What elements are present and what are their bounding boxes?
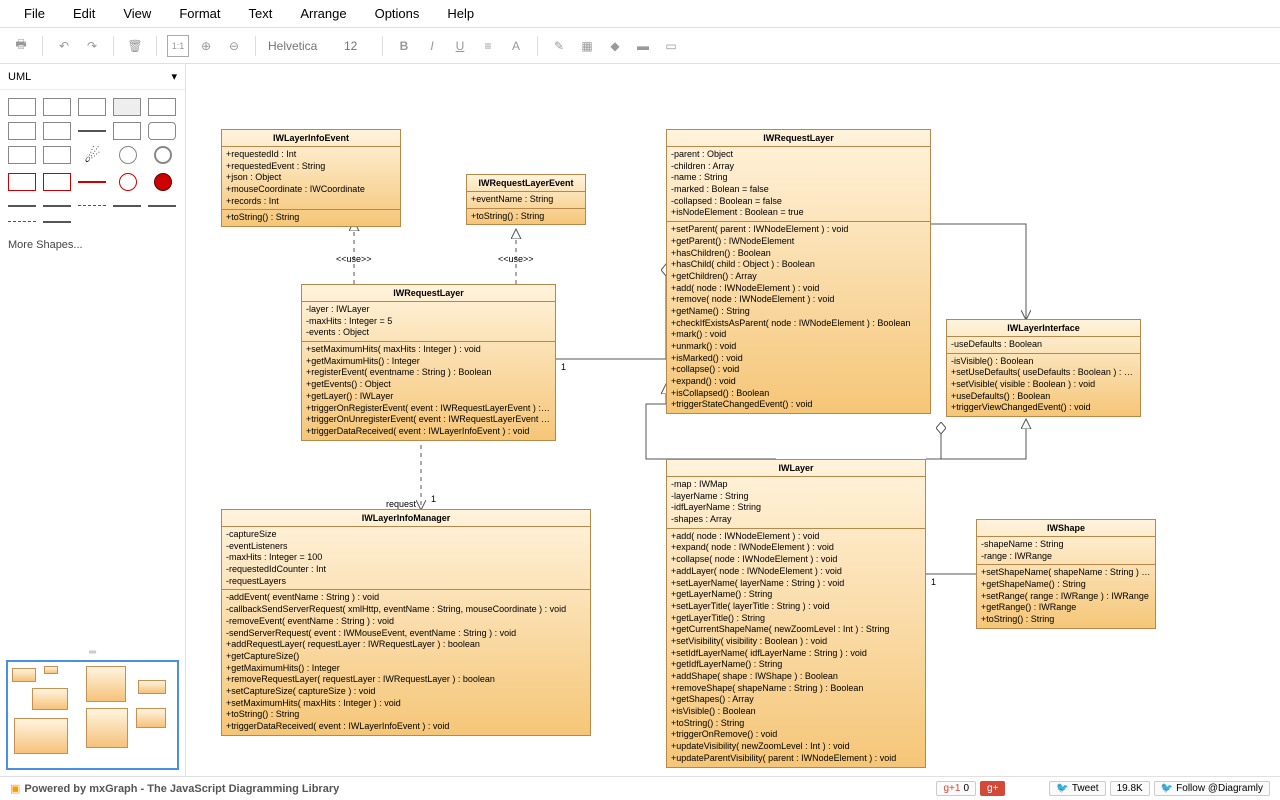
shape-stencil[interactable] [148,98,176,116]
shape-stencil[interactable] [8,122,36,140]
shape-stencil[interactable] [43,205,71,207]
uml-class-iwrequestlayerevent[interactable]: IWRequestLayerEvent+eventName : String+t… [466,174,586,225]
tweet-button[interactable]: 🐦Tweet [1049,781,1105,796]
shapes-palette: ☄ [0,90,185,231]
overview-panel: ═ [0,641,185,776]
shape-stencil[interactable] [78,98,106,116]
overview-minimap[interactable] [6,660,179,770]
shape-stencil[interactable] [78,130,106,132]
fill-color-icon[interactable]: ▦ [576,35,598,57]
italic-icon[interactable]: I [421,35,443,57]
line-color-icon[interactable]: ✎ [548,35,570,57]
shape-stencil[interactable] [8,98,36,116]
menu-format[interactable]: Format [165,2,234,25]
uml-class-iwlayerinfomanager[interactable]: IWLayerInfoManager-captureSize-eventList… [221,509,591,736]
font-color-icon[interactable]: A [505,35,527,57]
label-use: <<use>> [498,254,534,264]
uml-class-iwlayerinterface[interactable]: IWLayerInterface-useDefaults : Boolean-i… [946,319,1141,417]
menu-help[interactable]: Help [433,2,488,25]
underline-icon[interactable]: U [449,35,471,57]
canvas[interactable]: <<use>> <<use>> request 1 1 1 IWLayerInf… [186,64,1280,776]
font-size-input[interactable] [342,37,372,55]
sidebar-panel-title[interactable]: UML▾ [0,64,185,90]
powered-by-link[interactable]: Powered by mxGraph - The JavaScript Diag… [24,783,339,795]
shape-stencil[interactable] [8,173,36,191]
shape-actor-icon[interactable]: ☄ [78,146,107,167]
uml-class-iwlayer[interactable]: IWLayer-map : IWMap-layerName : String-i… [666,459,926,768]
shape-stencil[interactable] [43,122,71,140]
gradient-icon[interactable]: ◆ [604,35,626,57]
menu-view[interactable]: View [109,2,165,25]
zoom-reset-button[interactable]: 1:1 [167,35,189,57]
shape-stencil[interactable] [8,146,36,164]
shape-stencil[interactable] [148,205,176,207]
footer: ▣ Powered by mxGraph - The JavaScript Di… [0,776,1280,800]
label-multiplicity: 1 [931,577,936,587]
uml-class-iwrequestlayer[interactable]: IWRequestLayer-layer : IWLayer-maxHits :… [301,284,556,441]
shape-stencil[interactable] [8,205,36,207]
undo-icon[interactable]: ↶ [53,35,75,57]
redo-icon[interactable]: ↷ [81,35,103,57]
label-multiplicity: 1 [561,362,566,372]
shape-stencil[interactable] [8,221,36,222]
tweet-count: 19.8K [1110,781,1150,796]
shape-stencil[interactable] [43,146,71,164]
shape-stencil[interactable] [113,205,141,207]
shape-stencil[interactable] [154,173,172,191]
label-use: <<use>> [336,254,372,264]
menubar: File Edit View Format Text Arrange Optio… [0,0,1280,28]
print-icon[interactable]: 🖶 [10,35,32,57]
shape-stencil[interactable] [78,181,106,183]
shape-stencil[interactable] [78,205,106,206]
uml-class-iwshape[interactable]: IWShape-shapeName : String-range : IWRan… [976,519,1156,629]
gplus-button[interactable]: g+10 [936,781,976,796]
menu-arrange[interactable]: Arrange [286,2,360,25]
shape-stencil[interactable] [43,173,71,191]
bold-icon[interactable]: B [393,35,415,57]
gplus-share-icon[interactable]: g+ [980,781,1005,796]
uml-class-iwrequestlayer-large[interactable]: IWRequestLayer-parent : Object-children … [666,129,931,414]
shadow-icon[interactable]: ▬ [632,35,654,57]
label-multiplicity: 1 [431,494,436,504]
zoom-in-icon[interactable]: ⊕ [195,35,217,57]
shape-stencil[interactable] [113,98,141,116]
zoom-out-icon[interactable]: ⊖ [223,35,245,57]
mxgraph-icon: ▣ [10,782,20,795]
align-icon[interactable]: ≡ [477,35,499,57]
shape-stencil[interactable] [43,221,71,223]
follow-button[interactable]: 🐦Follow @Diagramly [1154,781,1270,796]
more-shapes-link[interactable]: More Shapes... [0,231,185,259]
font-family-input[interactable] [266,37,336,55]
delete-icon[interactable]: 🗑 [124,35,146,57]
shape-stencil[interactable] [154,146,172,164]
menu-options[interactable]: Options [361,2,434,25]
uml-class-iwlayerinfoevent[interactable]: IWLayerInfoEvent+requestedId : Int+reque… [221,129,401,227]
shape-stencil[interactable] [113,122,141,140]
shape-stencil[interactable] [148,122,176,140]
label-request: request [386,499,416,509]
shape-stencil[interactable] [119,173,137,191]
menu-edit[interactable]: Edit [59,2,109,25]
overview-handle[interactable]: ═ [6,647,179,658]
menu-file[interactable]: File [10,2,59,25]
image-icon[interactable]: ▭ [660,35,682,57]
shape-stencil[interactable] [43,98,71,116]
shape-stencil[interactable] [119,146,137,164]
toolbar: 🖶 ↶ ↷ 🗑 1:1 ⊕ ⊖ B I U ≡ A ✎ ▦ ◆ ▬ ▭ [0,28,1280,64]
menu-text[interactable]: Text [234,2,286,25]
sidebar: UML▾ ☄ [0,64,186,776]
